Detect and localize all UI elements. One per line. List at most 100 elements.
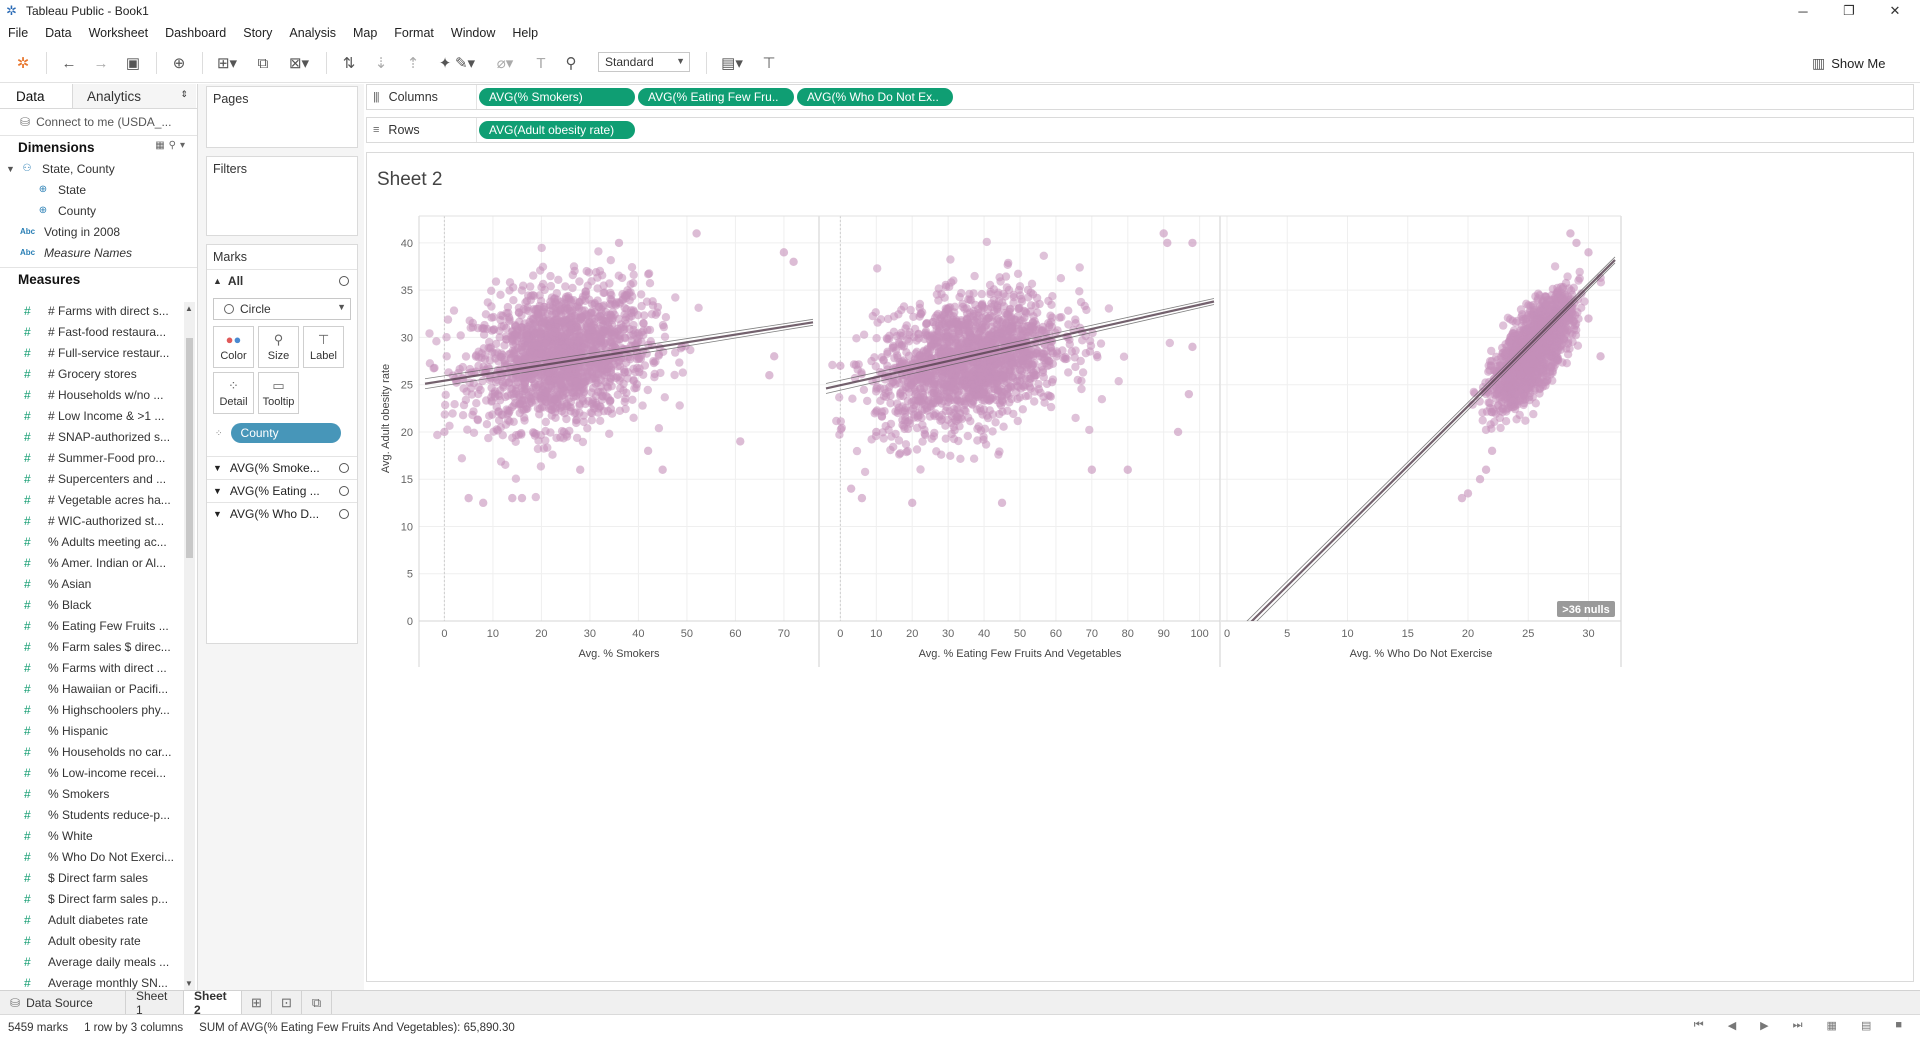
scatter-point[interactable] [916, 304, 924, 312]
scatter-point[interactable] [1016, 377, 1024, 385]
scatter-point[interactable] [565, 347, 573, 355]
scatter-point[interactable] [546, 272, 554, 280]
scatter-point[interactable] [615, 272, 623, 280]
scatter-point[interactable] [896, 392, 904, 400]
scatter-point[interactable] [506, 278, 514, 286]
scatter-point[interactable] [1036, 389, 1044, 397]
scroll-down-icon[interactable]: ▼ [185, 979, 193, 988]
scatter-point[interactable] [923, 404, 931, 412]
scatter-point[interactable] [464, 494, 472, 502]
scatter-point[interactable] [558, 298, 566, 306]
scatter-point[interactable] [535, 302, 543, 310]
scatter-point[interactable] [1506, 315, 1514, 323]
scatter-point[interactable] [880, 434, 888, 442]
scatter-point[interactable] [596, 417, 604, 425]
measures-scrollbar[interactable]: ▲ ▼ [184, 302, 195, 990]
scatter-point[interactable] [485, 412, 493, 420]
scatter-point[interactable] [629, 377, 637, 385]
scatter-point[interactable] [653, 308, 661, 316]
data-connection[interactable]: ⛁ Connect to me (USDA_... [0, 109, 197, 135]
scatter-point[interactable] [1088, 466, 1096, 474]
scatter-point[interactable] [906, 306, 914, 314]
scatter-point[interactable] [1057, 313, 1065, 321]
scatter-point[interactable] [628, 396, 636, 404]
scatter-point[interactable] [538, 244, 546, 252]
scatter-point[interactable] [965, 339, 973, 347]
scatter-point[interactable] [873, 318, 881, 326]
scatter-point[interactable] [1521, 417, 1529, 425]
scatter-point[interactable] [661, 393, 669, 401]
scatter-point[interactable] [853, 447, 861, 455]
scatter-point[interactable] [510, 401, 518, 409]
row-pill-obesity[interactable]: AVG(Adult obesity rate) [479, 121, 635, 139]
scatter-point[interactable] [934, 396, 942, 404]
scatter-point[interactable] [1563, 359, 1571, 367]
sort-descending-icon[interactable]: ⇡ [402, 52, 424, 74]
scatter-point[interactable] [637, 290, 645, 298]
scatter-point[interactable] [945, 338, 953, 346]
scatter-point[interactable] [523, 328, 531, 336]
scatter-point[interactable] [644, 447, 652, 455]
scatter-plot-matrix[interactable]: 0510152025303540Avg. Adult obesity rate0… [367, 201, 1913, 981]
scatter-point[interactable] [1115, 377, 1123, 385]
scatter-point[interactable] [1014, 270, 1022, 278]
scatter-point[interactable] [567, 321, 575, 329]
scatter-point[interactable] [1166, 339, 1174, 347]
scatter-point[interactable] [488, 326, 496, 334]
measure-item[interactable]: ## Low Income & >1 ... [0, 405, 174, 426]
scatter-point[interactable] [519, 380, 527, 388]
scatter-point[interactable] [1002, 377, 1010, 385]
scatter-point[interactable] [442, 391, 450, 399]
scatter-point[interactable] [965, 394, 973, 402]
scatter-point[interactable] [883, 350, 891, 358]
scatter-point[interactable] [606, 300, 614, 308]
scatter-point[interactable] [479, 499, 487, 507]
scatter-point[interactable] [580, 418, 588, 426]
menu-file[interactable]: File [0, 26, 37, 40]
measure-item[interactable]: #% Hispanic [0, 720, 174, 741]
close-button[interactable]: ✕ [1872, 0, 1918, 22]
scatter-point[interactable] [629, 414, 637, 422]
scatter-point[interactable] [978, 290, 986, 298]
filters-card[interactable]: Filters [206, 156, 358, 236]
scatter-point[interactable] [1061, 353, 1069, 361]
tab-analytics[interactable]: Analytics ⇕ [72, 84, 196, 108]
scatter-point[interactable] [1081, 302, 1089, 310]
scatter-point[interactable] [905, 416, 913, 424]
scatter-point[interactable] [970, 375, 978, 383]
column-pill-eating[interactable]: AVG(% Eating Few Fru.. [638, 88, 794, 106]
scatter-point[interactable] [556, 307, 564, 315]
scatter-point[interactable] [619, 296, 627, 304]
scatter-point[interactable] [999, 290, 1007, 298]
scatter-point[interactable] [607, 256, 615, 264]
detail-button[interactable]: ⁘ Detail [213, 372, 254, 414]
scatter-point[interactable] [483, 420, 491, 428]
duplicate-sheet-icon[interactable]: ⧉ [252, 52, 274, 74]
measure-item[interactable]: #Average monthly SN... [0, 972, 174, 990]
fit-select[interactable]: Standard ▼ [598, 52, 690, 72]
measure-item[interactable]: #$ Direct farm sales [0, 867, 174, 888]
scatter-point[interactable] [1077, 377, 1085, 385]
group-members-icon[interactable]: ⌀▾ [490, 52, 520, 74]
scatter-point[interactable] [441, 401, 449, 409]
scatter-point[interactable] [472, 399, 480, 407]
scatter-point[interactable] [1003, 407, 1011, 415]
scatter-point[interactable] [1018, 354, 1026, 362]
scatter-point[interactable] [1034, 380, 1042, 388]
scatter-point[interactable] [1574, 276, 1582, 284]
measure-item[interactable]: #% Adults meeting ac... [0, 531, 174, 552]
scatter-point[interactable] [621, 398, 629, 406]
scatter-point[interactable] [576, 466, 584, 474]
scatter-point[interactable] [994, 308, 1002, 316]
scatter-point[interactable] [947, 320, 955, 328]
scatter-point[interactable] [858, 494, 866, 502]
scatter-point[interactable] [1105, 304, 1113, 312]
scatter-point[interactable] [916, 465, 924, 473]
scatter-point[interactable] [1019, 405, 1027, 413]
scatter-point[interactable] [1003, 391, 1011, 399]
color-button[interactable]: ●● Color [213, 326, 254, 368]
measure-item[interactable]: ## Fast-food restaura... [0, 321, 174, 342]
measure-item[interactable]: #% Hawaiian or Pacifi... [0, 678, 174, 699]
scatter-point[interactable] [1021, 392, 1029, 400]
scatter-point[interactable] [638, 401, 646, 409]
